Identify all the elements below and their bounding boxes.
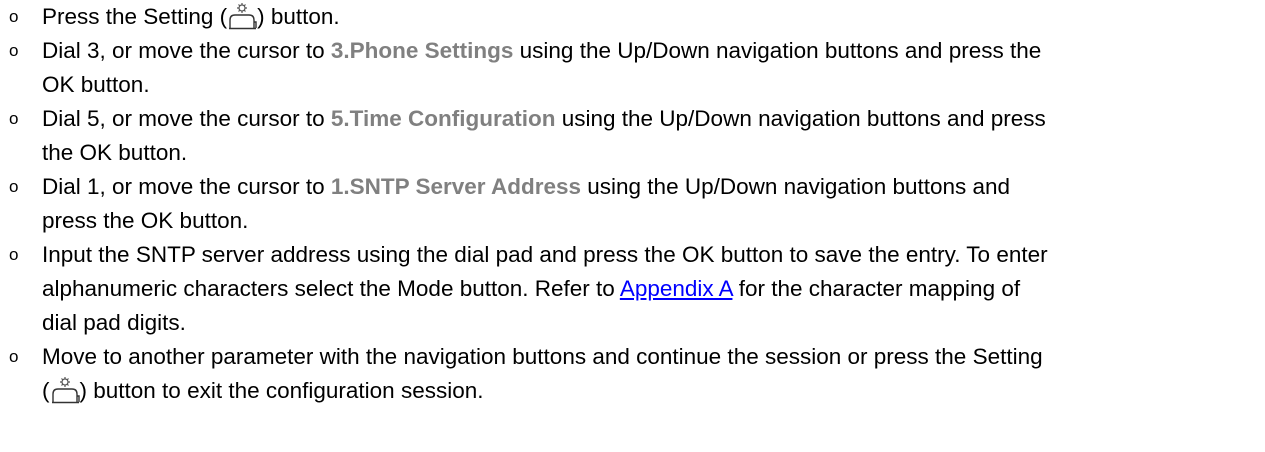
list-item: o Dial 3, or move the cursor to 3.Phone …	[0, 34, 1265, 102]
bullet: o	[9, 347, 19, 366]
instruction-list: o Press the Setting () button. o Dial 3,…	[0, 0, 1265, 408]
list-item: o Move to another parameter with the nav…	[0, 340, 1265, 408]
bullet: o	[9, 7, 19, 26]
list-item: o Press the Setting () button.	[0, 0, 1265, 34]
menu-path-highlight: 3.Phone Settings	[330, 38, 514, 63]
list-item: o Input the SNTP server address using th…	[0, 238, 1265, 340]
bullet: o	[9, 177, 19, 196]
menu-path-highlight: 1.SNTP Server Address	[330, 174, 582, 199]
list-item: o Dial 1, or move the cursor to 1.SNTP S…	[0, 170, 1265, 238]
list-item: o Dial 5, or move the cursor to 5.Time C…	[0, 102, 1265, 170]
bullet: o	[9, 41, 19, 60]
document-page: o Press the Setting () button. o Dial 3,…	[0, 0, 1265, 452]
setting-button-icon	[50, 375, 80, 405]
appendix-a-link[interactable]: Appendix A	[620, 276, 733, 301]
bullet: o	[9, 109, 19, 128]
setting-button-icon	[227, 1, 257, 31]
menu-path-highlight: 5.Time Configuration	[330, 106, 556, 131]
bullet: o	[9, 245, 19, 264]
